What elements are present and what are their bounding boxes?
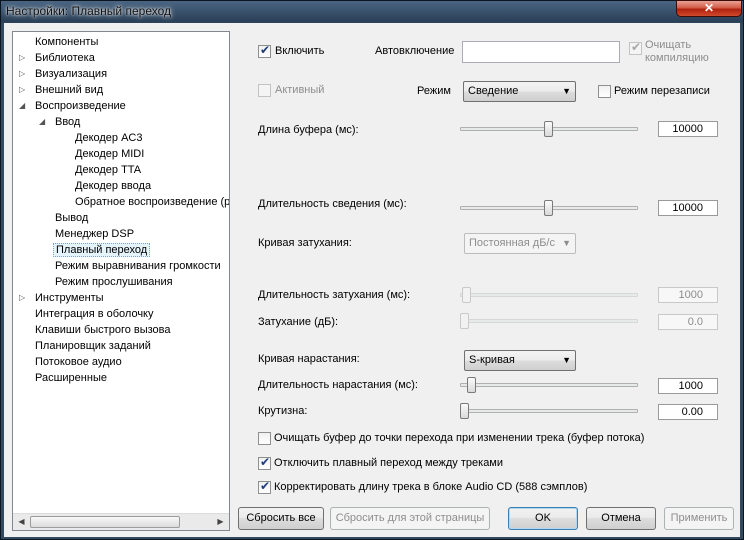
tree-item-keyboard-shortcuts[interactable]: Клавиши быстрого вызова	[33, 322, 173, 338]
active-label: Активный	[275, 84, 325, 96]
mix-duration-field[interactable]: 10000	[658, 200, 718, 216]
clear-buffer-label: Очищать буфер до точки перехода при изме…	[274, 432, 645, 444]
active-checkbox[interactable]	[258, 84, 271, 97]
client-area: Компоненты ▷ Библиотека ▷ Визуализация ▷…	[4, 23, 740, 537]
triangle-down-icon[interactable]: ◢	[39, 114, 47, 130]
ok-button[interactable]: OK	[508, 507, 578, 530]
tree-item-tta-decoder[interactable]: Декодер TTA	[73, 162, 143, 178]
steepness-slider[interactable]	[460, 409, 638, 413]
tree-item-reverse-playback[interactable]: Обратное воспроизведение (р	[73, 194, 229, 210]
tree-item-ac3-decoder[interactable]: Декодер AC3	[73, 130, 145, 146]
preferences-tree: Компоненты ▷ Библиотека ▷ Визуализация ▷…	[12, 31, 230, 531]
correct-cd-length-label: Корректировать длину трека в блоке Audio…	[274, 481, 588, 493]
fade-duration-label: Длительность затухания (мс):	[258, 289, 411, 301]
tree-horizontal-scrollbar[interactable]: ◀ ▶	[13, 513, 229, 530]
scrollbar-thumb[interactable]	[30, 516, 180, 528]
overwrite-mode-label: Режим перезаписи	[614, 85, 710, 97]
clear-compilation-label-line2: компиляцию	[645, 52, 709, 64]
fade-db-field[interactable]: 0.0	[658, 314, 718, 330]
fade-db-slider[interactable]	[460, 319, 638, 323]
tree-item-playback[interactable]: Воспроизведение	[33, 98, 128, 114]
rise-duration-label: Длительность нарастания (мс):	[258, 379, 418, 391]
fade-duration-slider-thumb[interactable]	[462, 287, 471, 303]
mode-label: Режим	[417, 85, 451, 97]
window-title: Настройки: Плавный переход	[6, 4, 172, 18]
preferences-window: Настройки: Плавный переход ✕ Компоненты …	[0, 0, 744, 540]
fade-curve-label: Кривая затухания:	[258, 237, 352, 249]
tree-item-replaygain[interactable]: Режим выравнивания громкости	[53, 258, 223, 274]
rise-curve-select[interactable]: S-кривая ▼	[464, 350, 576, 371]
fade-duration-slider[interactable]	[460, 293, 638, 297]
rise-duration-slider[interactable]	[460, 383, 638, 387]
tree-item-output[interactable]: Вывод	[53, 210, 90, 226]
tree-item-input-decoder[interactable]: Декодер ввода	[73, 178, 153, 194]
tree-item-shell-integration[interactable]: Интеграция в оболочку	[33, 306, 156, 322]
clear-compilation-checkbox[interactable]	[629, 40, 642, 55]
enable-label: Включить	[275, 45, 325, 57]
buffer-length-field[interactable]: 10000	[658, 121, 718, 137]
tree-item-scheduler[interactable]: Планировщик заданий	[33, 338, 153, 354]
steepness-slider-thumb[interactable]	[460, 403, 469, 419]
close-icon: ✕	[703, 1, 715, 15]
triangle-right-icon[interactable]: ▷	[19, 50, 27, 66]
dropdown-arrow-icon: ▼	[562, 238, 571, 248]
correct-cd-length-checkbox[interactable]	[258, 479, 271, 494]
clear-buffer-checkbox[interactable]	[258, 432, 271, 445]
tree-item-advanced[interactable]: Расширенные	[33, 370, 109, 386]
apply-button[interactable]: Применить	[664, 507, 734, 530]
dropdown-arrow-icon: ▼	[562, 355, 571, 365]
title-bar[interactable]: Настройки: Плавный переход ✕	[1, 0, 744, 23]
mode-select[interactable]: Сведение ▼	[463, 81, 576, 102]
triangle-right-icon[interactable]: ▷	[19, 82, 27, 98]
steepness-field[interactable]: 0.00	[658, 404, 718, 420]
triangle-right-icon[interactable]: ▷	[19, 290, 27, 306]
rise-curve-label: Кривая нарастания:	[258, 353, 360, 365]
buffer-length-label: Длина буфера (мс):	[258, 124, 359, 136]
mix-duration-slider-thumb[interactable]	[544, 200, 553, 216]
tree-item-crossfade[interactable]: Плавный переход	[53, 242, 151, 258]
enable-checkbox[interactable]	[258, 43, 271, 58]
tree-item-visualization[interactable]: Визуализация	[33, 66, 109, 82]
tree-item-appearance[interactable]: Внешний вид	[33, 82, 105, 98]
scroll-right-icon[interactable]: ▶	[213, 515, 228, 529]
dropdown-arrow-icon: ▼	[562, 86, 571, 96]
tree-item-dsp-manager[interactable]: Менеджер DSP	[53, 226, 136, 242]
tree-item-library[interactable]: Библиотека	[33, 50, 97, 66]
autoenable-field[interactable]	[462, 41, 620, 63]
fade-curve-select[interactable]: Постоянная дБ/с ▼	[464, 233, 576, 254]
tree-item-components[interactable]: Компоненты	[33, 34, 100, 50]
tree-item-tools[interactable]: Инструменты	[33, 290, 106, 306]
disable-between-tracks-checkbox[interactable]	[258, 455, 271, 470]
rise-duration-slider-thumb[interactable]	[467, 377, 476, 393]
overwrite-mode-checkbox[interactable]	[598, 85, 611, 98]
disable-between-tracks-label: Отключить плавный переход между треками	[274, 457, 504, 469]
fade-db-label: Затухание (дБ):	[258, 316, 339, 328]
tree-item-preview-mode[interactable]: Режим прослушивания	[53, 274, 175, 290]
buffer-length-slider-thumb[interactable]	[544, 121, 553, 137]
triangle-right-icon[interactable]: ▷	[19, 66, 27, 82]
autoenable-label: Автовключение	[375, 45, 455, 57]
tree-item-midi-decoder[interactable]: Декодер MIDI	[73, 146, 146, 162]
fade-db-slider-thumb[interactable]	[460, 313, 469, 329]
reset-all-button[interactable]: Сбросить все	[238, 507, 324, 530]
fade-duration-field[interactable]: 1000	[658, 287, 718, 303]
tree-item-input[interactable]: Ввод	[53, 114, 82, 130]
mix-duration-label: Длительность сведения (мс):	[258, 198, 407, 210]
triangle-down-icon[interactable]: ◢	[19, 98, 27, 114]
steepness-label: Крутизна:	[258, 405, 308, 417]
close-button[interactable]: ✕	[676, 0, 742, 17]
reset-page-button[interactable]: Сбросить для этой страницы	[330, 507, 490, 530]
cancel-button[interactable]: Отмена	[586, 507, 656, 530]
tree-item-streaming-audio[interactable]: Потоковое аудио	[33, 354, 124, 370]
rise-duration-field[interactable]: 1000	[658, 378, 718, 394]
clear-compilation-label-line1: Очищать	[645, 39, 692, 51]
scroll-left-icon[interactable]: ◀	[14, 515, 29, 529]
